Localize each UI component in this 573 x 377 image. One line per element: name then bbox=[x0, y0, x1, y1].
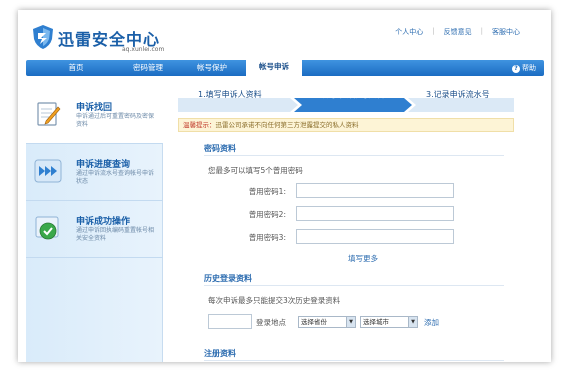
header: 迅雷安全中心 aq.xunlei.com 个人中心 | 反馈意见 | 客服中心 bbox=[18, 10, 551, 58]
shield-logo-icon bbox=[33, 25, 53, 49]
register-section-title: 注册资料 bbox=[204, 349, 236, 358]
login-time-input[interactable] bbox=[208, 314, 252, 329]
province-select[interactable]: 选择省份 ▼ bbox=[298, 316, 356, 328]
help-label: 帮助 bbox=[522, 64, 536, 72]
sidebar-item-title: 申诉成功操作 bbox=[76, 217, 131, 227]
check-shield-icon bbox=[35, 216, 59, 240]
sidebar-item-appeal-recover[interactable]: 申诉找回 申诉通过后可重置密码及密保资料 bbox=[26, 88, 163, 144]
sidebar-item-desc: 通过申诉回执编码重置帐号相关安全资料 bbox=[76, 227, 155, 242]
nav-password-management[interactable]: 密码管理 bbox=[118, 60, 178, 76]
tip-text: 迅雷公司承诺不向任何第三方泄露提交的私人资料 bbox=[215, 121, 359, 129]
old-password-1-input[interactable] bbox=[296, 183, 454, 198]
old-password-3-label: 曾用密码3: bbox=[248, 233, 286, 242]
question-icon: ? bbox=[512, 65, 520, 73]
section-divider bbox=[204, 155, 504, 156]
add-history-link[interactable]: 添加 bbox=[424, 317, 439, 328]
old-password-1-label: 曾用密码1: bbox=[248, 187, 286, 196]
password-hint: 您最多可以填写5个曾用密码 bbox=[208, 166, 303, 175]
privacy-tip: 温馨提示：迅雷公司承诺不向任何第三方泄露提交的私人资料 bbox=[178, 118, 514, 132]
customer-service-link[interactable]: 客服中心 bbox=[483, 27, 529, 37]
page-frame: 迅雷安全中心 aq.xunlei.com 个人中心 | 反馈意见 | 客服中心 … bbox=[18, 10, 551, 362]
step-2-active: 2.填写申诉帐号资料 bbox=[312, 90, 385, 99]
sidebar-item-title: 申诉找回 bbox=[76, 103, 113, 113]
login-location-label: 登录地点 bbox=[256, 318, 286, 327]
province-select-value: 选择省份 bbox=[301, 318, 327, 326]
sidebar: 申诉找回 申诉通过后可重置密码及密保资料 申诉进度查询 通过申诉流水号查询帐号申… bbox=[26, 88, 163, 362]
history-hint: 每次申诉最多只能提交3次历史登录资料 bbox=[208, 296, 341, 305]
section-divider bbox=[204, 360, 504, 361]
sidebar-item-title: 申诉进度查询 bbox=[76, 160, 131, 170]
sidebar-item-appeal-success[interactable]: 申诉成功操作 通过申诉回执编码重置帐号相关安全资料 bbox=[26, 202, 163, 258]
personal-center-link[interactable]: 个人中心 bbox=[386, 27, 432, 37]
city-select[interactable]: 选择城市 ▼ bbox=[360, 316, 418, 328]
fill-more-link[interactable]: 填写更多 bbox=[348, 253, 378, 264]
sidebar-item-desc: 申诉通过后可重置密码及密保资料 bbox=[76, 113, 155, 128]
password-section-title: 密码资料 bbox=[204, 144, 236, 153]
nav-account-appeal[interactable]: 帐号申诉 bbox=[246, 58, 302, 76]
nav-home[interactable]: 首页 bbox=[48, 60, 104, 76]
step-3: 3.记录申诉流水号 bbox=[426, 90, 490, 99]
sidebar-item-desc: 通过申诉流水号查询帐号申诉状态 bbox=[76, 170, 155, 185]
feedback-link[interactable]: 反馈意见 bbox=[435, 27, 481, 37]
notepad-pencil-icon bbox=[37, 102, 61, 126]
nav-account-protection[interactable]: 帐号保护 bbox=[184, 60, 240, 76]
chevron-down-icon: ▼ bbox=[408, 317, 417, 327]
main-content: 1.填写申诉人资料 2.填写申诉帐号资料 3.记录申诉流水号 温馨提示：迅雷公司… bbox=[178, 88, 534, 362]
sidebar-item-progress-query[interactable]: 申诉进度查询 通过申诉流水号查询帐号申诉状态 bbox=[26, 145, 163, 201]
chevron-down-icon: ▼ bbox=[346, 317, 355, 327]
old-password-2-label: 曾用密码2: bbox=[248, 210, 286, 219]
section-divider bbox=[204, 285, 504, 286]
top-links: 个人中心 | 反馈意见 | 客服中心 bbox=[386, 27, 529, 37]
history-section-title: 历史登录资料 bbox=[204, 274, 252, 283]
city-select-value: 选择城市 bbox=[363, 318, 389, 326]
brand-domain: aq.xunlei.com bbox=[122, 46, 165, 53]
old-password-3-input[interactable] bbox=[296, 229, 454, 244]
main-nav: 首页 密码管理 帐号保护 帐号申诉 ? 帮助 bbox=[26, 58, 544, 76]
step-1: 1.填写申诉人资料 bbox=[198, 90, 262, 99]
old-password-2-input[interactable] bbox=[296, 206, 454, 221]
forward-arrows-icon bbox=[34, 159, 62, 183]
help-button[interactable]: ? 帮助 bbox=[512, 60, 536, 76]
tip-label: 温馨提示： bbox=[183, 121, 216, 129]
